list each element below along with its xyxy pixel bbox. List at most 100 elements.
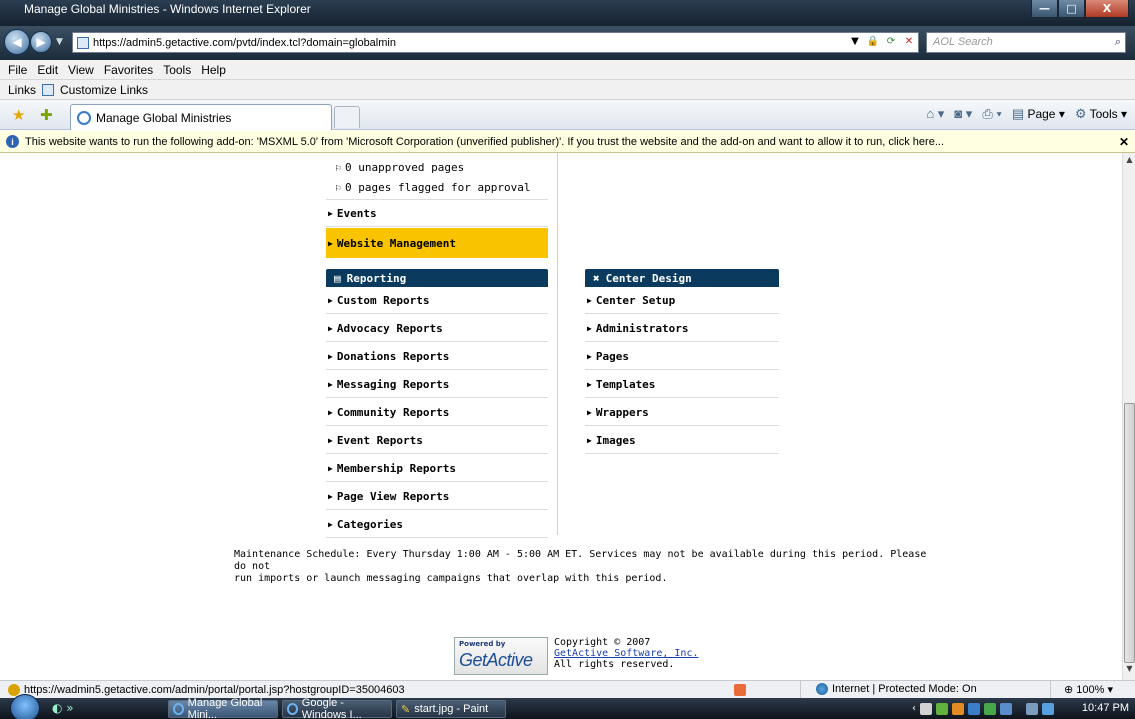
report-donations[interactable]: ▶ Donations Reports <box>326 343 548 370</box>
scroll-thumb[interactable] <box>1124 403 1135 663</box>
report-page-view[interactable]: ▶ Page View Reports <box>326 483 548 510</box>
search-input[interactable]: AOL Search <box>933 36 993 48</box>
menu-item-label: Wrappers <box>595 405 649 419</box>
home-icon[interactable]: ⌂ ▾ <box>926 106 944 122</box>
information-bar[interactable]: i This website wants to run the followin… <box>0 131 1135 153</box>
new-tab-button[interactable] <box>334 106 360 128</box>
page-menu[interactable]: ▤ Page ▾ <box>1012 106 1065 122</box>
caret-right-icon: ▶ <box>328 435 333 445</box>
print-icon[interactable]: ⎙ ▾ <box>982 106 1001 122</box>
minimize-button[interactable]: — <box>1031 0 1058 18</box>
menu-item-website-management[interactable]: ▶ Website Management <box>326 228 548 258</box>
tray-app-icon[interactable] <box>920 702 932 715</box>
page-icon <box>77 36 89 49</box>
report-advocacy[interactable]: ▶ Advocacy Reports <box>326 315 548 342</box>
menu-file[interactable]: File <box>8 63 27 77</box>
menu-item-label: Images <box>595 433 636 447</box>
report-event[interactable]: ▶ Event Reports <box>326 427 548 454</box>
task-paint[interactable]: ✎ start.jpg - Paint <box>396 700 506 718</box>
tray-app-icon[interactable] <box>1000 702 1012 715</box>
task-label: start.jpg - Paint <box>414 703 489 715</box>
powered-by-label: Powered by <box>459 640 506 648</box>
paint-icon: ✎ <box>401 703 411 716</box>
vertical-scrollbar[interactable]: ▲ ▼ <box>1122 153 1135 680</box>
design-wrappers[interactable]: ▶ Wrappers <box>585 399 779 426</box>
popup-blocker-icon[interactable] <box>734 684 746 696</box>
stop-icon[interactable]: ✕ <box>902 34 916 48</box>
menu-item-label: Center Setup <box>595 293 676 307</box>
lock-icon[interactable]: 🔒 <box>866 34 880 48</box>
design-images[interactable]: ▶ Images <box>585 427 779 454</box>
security-zone[interactable]: Internet | Protected Mode: On <box>816 683 977 695</box>
menu-view[interactable]: View <box>68 63 94 77</box>
unapproved-pages[interactable]: ⚐ 0 unapproved pages <box>335 161 464 174</box>
design-templates[interactable]: ▶ Templates <box>585 371 779 398</box>
speaker-icon[interactable] <box>1042 702 1054 715</box>
dropdown-icon[interactable]: ▼ <box>848 34 862 48</box>
copyright-text: Copyright © 2007 <box>554 637 651 648</box>
address-bar[interactable]: https://admin5.getactive.com/pvtd/index.… <box>72 32 919 53</box>
report-messaging[interactable]: ▶ Messaging Reports <box>326 371 548 398</box>
tray-app-icon[interactable] <box>968 702 980 715</box>
report-community[interactable]: ▶ Community Reports <box>326 399 548 426</box>
back-arrow-icon: ◀ <box>12 35 22 49</box>
history-dropdown-icon[interactable]: ▼ <box>56 37 63 47</box>
tab-manage-global-ministries[interactable]: Manage Global Ministries <box>70 104 332 130</box>
status-separator <box>1050 681 1051 699</box>
menu-edit[interactable]: Edit <box>37 63 58 77</box>
getactive-logo[interactable]: Powered by GetActive <box>454 637 548 675</box>
menu-tools[interactable]: Tools <box>163 63 191 77</box>
clock[interactable]: 10:47 PM <box>1082 702 1129 714</box>
maintenance-line-1: Maintenance Schedule: Every Thursday 1:0… <box>234 549 927 572</box>
infobar-close-icon[interactable]: ✕ <box>1119 135 1129 149</box>
scroll-down-icon[interactable]: ▼ <box>1123 664 1135 678</box>
report-membership[interactable]: ▶ Membership Reports <box>326 455 548 482</box>
design-pages[interactable]: ▶ Pages <box>585 343 779 370</box>
infobar-message[interactable]: This website wants to run the following … <box>25 136 944 148</box>
window-title: Manage Global Ministries - Windows Inter… <box>24 2 311 16</box>
maximize-button[interactable]: □ <box>1058 0 1085 18</box>
task-manage-global[interactable]: Manage Global Mini... <box>168 697 278 719</box>
window-controls: — □ X <box>1031 0 1129 18</box>
tools-menu[interactable]: ⚙ Tools ▾ <box>1075 106 1127 122</box>
feeds-icon[interactable]: ◙ ▾ <box>954 106 972 122</box>
task-google[interactable]: Google - Windows I... <box>282 697 392 719</box>
caret-right-icon: ▶ <box>328 379 333 389</box>
menu-favorites[interactable]: Favorites <box>104 63 153 77</box>
company-link[interactable]: GetActive Software, Inc. <box>554 648 699 659</box>
design-center-setup[interactable]: ▶ Center Setup <box>585 287 779 314</box>
search-icon[interactable]: ⌕ <box>1115 35 1121 49</box>
add-favorites-icon[interactable]: ✚ <box>40 106 53 124</box>
address-url[interactable]: https://admin5.getactive.com/pvtd/index.… <box>93 37 396 49</box>
zoom-control[interactable]: ⊕ 100% ▾ <box>1064 683 1113 696</box>
flagged-pages[interactable]: ⚐ 0 pages flagged for approval <box>335 181 530 194</box>
tray-app-icon[interactable] <box>936 702 948 715</box>
menu-help[interactable]: Help <box>201 63 226 77</box>
network-icon[interactable] <box>1026 702 1038 715</box>
menu-item-events[interactable]: ▶ Events <box>326 200 548 227</box>
refresh-icon[interactable]: ⟳ <box>884 34 898 48</box>
page-menu-icon: ▤ <box>1011 106 1025 121</box>
start-button[interactable] <box>10 694 40 719</box>
forward-button[interactable]: ▶ <box>30 31 52 53</box>
report-categories[interactable]: ▶ Categories <box>326 511 548 538</box>
caret-right-icon: ▶ <box>587 323 592 333</box>
tray-expand-icon[interactable]: ‹ <box>912 703 916 714</box>
customize-links[interactable]: Customize Links <box>60 83 148 97</box>
close-window-button[interactable]: X <box>1085 0 1129 18</box>
favorites-star-icon[interactable]: ★ <box>12 106 25 124</box>
back-button[interactable]: ◀ <box>4 29 30 55</box>
tray-app-icon[interactable] <box>984 702 996 715</box>
quick-launch-icon[interactable]: ◐ » <box>52 701 74 715</box>
caret-right-icon: ▶ <box>328 323 333 333</box>
reporting-heading: Reporting <box>346 271 407 285</box>
scroll-up-icon[interactable]: ▲ <box>1123 155 1135 169</box>
menu-item-label: Website Management <box>336 236 457 250</box>
brand-label: GetActive <box>459 650 533 670</box>
caret-right-icon: ▶ <box>328 351 333 361</box>
design-administrators[interactable]: ▶ Administrators <box>585 315 779 342</box>
search-box[interactable]: AOL Search ⌕ <box>926 32 1126 53</box>
center-design-header: ✖ Center Design <box>585 269 779 287</box>
report-custom[interactable]: ▶ Custom Reports <box>326 287 548 314</box>
tray-app-icon[interactable] <box>952 702 964 715</box>
